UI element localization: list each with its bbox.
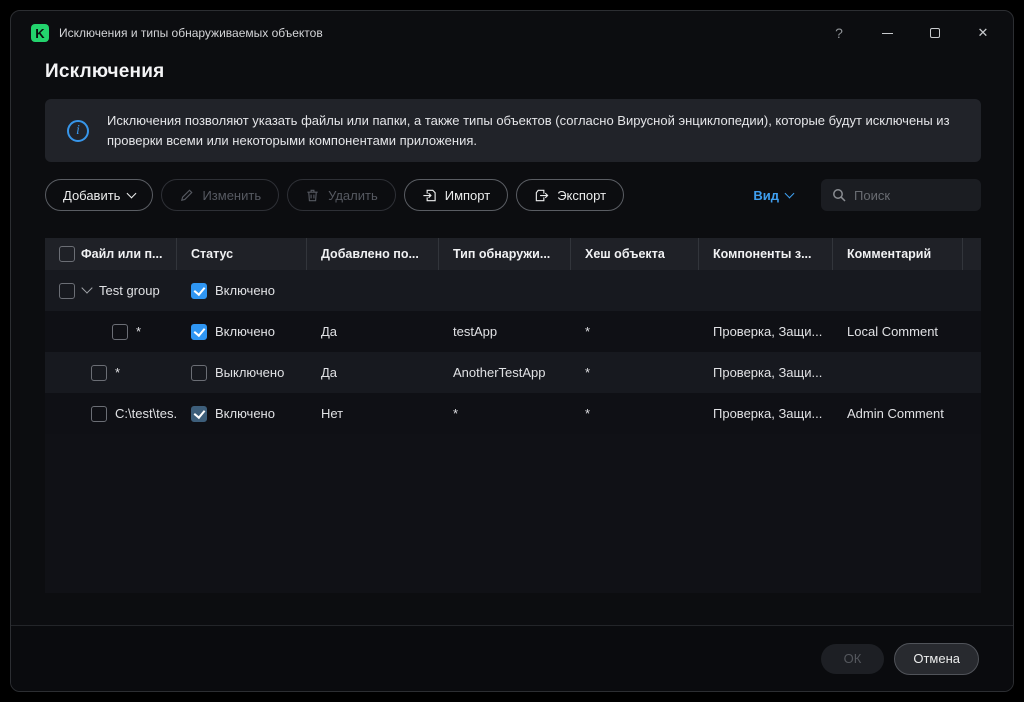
page-title: Исключения — [45, 61, 979, 83]
cell-type: testApp — [439, 311, 571, 352]
cell-components: Проверка, Защи... — [699, 352, 833, 393]
cell-components: Проверка, Защи... — [699, 393, 833, 434]
ok-button[interactable]: ОК — [821, 644, 885, 674]
cell-added: Да — [307, 352, 439, 393]
search-input[interactable] — [854, 188, 970, 203]
kaspersky-logo-icon: K — [31, 24, 49, 42]
cell-type: AnotherTestApp — [439, 352, 571, 393]
select-all-checkbox[interactable] — [59, 246, 75, 262]
chevron-down-icon — [127, 188, 137, 198]
add-button-label: Добавить — [63, 188, 120, 203]
cell-file: Test group — [45, 270, 177, 311]
cell-added: Нет — [307, 393, 439, 434]
maximize-icon — [930, 28, 940, 38]
cell-components: Проверка, Защи... — [699, 311, 833, 352]
info-text: Исключения позволяют указать файлы или п… — [107, 111, 959, 150]
trash-icon — [305, 188, 320, 203]
header-type[interactable]: Тип обнаружи... — [439, 238, 571, 270]
file-value: * — [115, 365, 120, 380]
exclusions-table: Файл или п... Статус Добавлено по... Тип… — [45, 238, 981, 593]
import-icon — [422, 188, 437, 203]
view-dropdown[interactable]: Вид — [753, 188, 793, 203]
cell-type: * — [439, 393, 571, 434]
window-controls: ? ✕ — [815, 11, 1007, 55]
app-window: K Исключения и типы обнаруживаемых объек… — [10, 10, 1014, 692]
table-row-group[interactable]: Test group Включено — [45, 270, 981, 311]
delete-button[interactable]: Удалить — [287, 179, 396, 211]
minimize-icon — [882, 33, 893, 34]
close-button[interactable]: ✕ — [959, 11, 1007, 55]
status-label: Включено — [215, 324, 275, 339]
maximize-button[interactable] — [911, 11, 959, 55]
search-box[interactable] — [821, 179, 981, 211]
info-icon: i — [67, 120, 89, 142]
cell-hash: * — [571, 311, 699, 352]
header-spacer — [963, 238, 983, 270]
cancel-button[interactable]: Отмена — [894, 643, 979, 675]
file-value: * — [136, 324, 141, 339]
cell-comment: Admin Comment — [833, 393, 963, 434]
import-button[interactable]: Импорт — [404, 179, 508, 211]
delete-button-label: Удалить — [328, 188, 378, 203]
footer-bar: ОК Отмена — [11, 625, 1013, 691]
cell-file: * — [45, 352, 177, 393]
cell-hash: * — [571, 393, 699, 434]
header-comment[interactable]: Комментарий — [833, 238, 963, 270]
export-icon — [534, 188, 549, 203]
table-row[interactable]: * Выключено Да AnotherTestApp * Проверка… — [45, 352, 981, 393]
table-row[interactable]: * Включено Да testApp * Проверка, Защи..… — [45, 311, 981, 352]
cell-comment — [833, 352, 963, 393]
cell-status: Включено — [177, 270, 307, 311]
cell-file: C:\test\tes... — [45, 393, 177, 434]
table-header-row: Файл или п... Статус Добавлено по... Тип… — [45, 238, 981, 270]
row-select-checkbox[interactable] — [59, 283, 75, 299]
table-row[interactable]: C:\test\tes... Включено Нет * * Проверка… — [45, 393, 981, 434]
add-button[interactable]: Добавить — [45, 179, 153, 211]
minimize-button[interactable] — [863, 11, 911, 55]
header-status[interactable]: Статус — [177, 238, 307, 270]
row-select-checkbox[interactable] — [91, 365, 107, 381]
table-empty-area — [45, 434, 981, 593]
export-button-label: Экспорт — [557, 188, 606, 203]
row-select-checkbox[interactable] — [91, 406, 107, 422]
import-button-label: Импорт — [445, 188, 490, 203]
cell-status: Включено — [177, 393, 307, 434]
file-value: C:\test\tes... — [115, 406, 177, 421]
toolbar: Добавить Изменить Удалить Импорт Экспорт… — [45, 178, 981, 212]
edit-button[interactable]: Изменить — [161, 179, 279, 211]
header-file: Файл или п... — [45, 238, 177, 270]
header-added[interactable]: Добавлено по... — [307, 238, 439, 270]
chevron-down-icon[interactable] — [81, 282, 92, 293]
group-name: Test group — [99, 283, 160, 298]
cell-status: Выключено — [177, 352, 307, 393]
row-select-checkbox[interactable] — [112, 324, 128, 340]
pencil-icon — [179, 188, 194, 203]
cell-added: Да — [307, 311, 439, 352]
status-checkbox[interactable] — [191, 283, 207, 299]
edit-button-label: Изменить — [202, 188, 261, 203]
help-button[interactable]: ? — [815, 11, 863, 55]
view-dropdown-label: Вид — [753, 188, 779, 203]
status-label: Выключено — [215, 365, 284, 380]
titlebar[interactable]: K Исключения и типы обнаруживаемых объек… — [11, 11, 1013, 55]
status-checkbox[interactable] — [191, 406, 207, 422]
header-components[interactable]: Компоненты з... — [699, 238, 833, 270]
cell-status: Включено — [177, 311, 307, 352]
cell-hash: * — [571, 352, 699, 393]
search-icon — [832, 188, 846, 202]
header-hash[interactable]: Хеш объекта — [571, 238, 699, 270]
header-file-label: Файл или п... — [81, 247, 162, 261]
cell-comment: Local Comment — [833, 311, 963, 352]
status-checkbox[interactable] — [191, 324, 207, 340]
window-title: Исключения и типы обнаруживаемых объекто… — [59, 26, 323, 40]
cell-file: * — [45, 311, 177, 352]
status-label: Включено — [215, 406, 275, 421]
status-label: Включено — [215, 283, 275, 298]
status-checkbox[interactable] — [191, 365, 207, 381]
export-button[interactable]: Экспорт — [516, 179, 624, 211]
chevron-down-icon — [785, 188, 795, 198]
info-banner: i Исключения позволяют указать файлы или… — [45, 99, 981, 162]
